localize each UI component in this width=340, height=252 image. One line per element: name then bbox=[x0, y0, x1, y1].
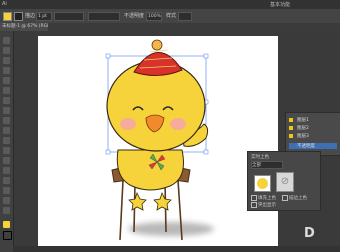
stroke-option-label: 描边上色 bbox=[289, 196, 307, 201]
none-swatch[interactable]: ⊘ bbox=[276, 172, 294, 192]
fill-option-label: 填充上色 bbox=[258, 196, 276, 201]
bbox-handle bbox=[105, 53, 111, 59]
bbox-handle bbox=[105, 149, 111, 155]
layer-item[interactable]: 图层3 bbox=[289, 133, 337, 139]
horizontal-scrollbar[interactable] bbox=[13, 246, 340, 252]
chick-body bbox=[116, 149, 184, 191]
highlight-checkbox[interactable] bbox=[251, 202, 257, 208]
highlight-option-label: 突出显示 bbox=[258, 203, 276, 208]
cheek-right bbox=[170, 118, 186, 130]
bbox-handle bbox=[203, 53, 209, 59]
chick-foot-right bbox=[153, 191, 172, 211]
panel-title: 实时上色 bbox=[251, 155, 269, 160]
mode-dropdown[interactable]: 全部 bbox=[251, 161, 283, 169]
current-fill-swatch[interactable] bbox=[254, 175, 271, 192]
layer-item[interactable]: 图层2 bbox=[289, 125, 337, 131]
layer-item-selected[interactable]: 不透明度 bbox=[289, 143, 337, 149]
watermark-logo: D bbox=[304, 226, 315, 241]
layers-panel: 图层1 图层2 图层3 不透明度 bbox=[285, 112, 340, 156]
stroke-checkbox[interactable] bbox=[282, 195, 288, 201]
fill-checkbox[interactable] bbox=[251, 195, 257, 201]
bbox-handle bbox=[203, 149, 209, 155]
chick-foot-left bbox=[128, 191, 147, 211]
layer-item[interactable]: 图层1 bbox=[289, 117, 337, 123]
cheek-left bbox=[120, 118, 136, 130]
hat-pompom bbox=[151, 39, 163, 51]
